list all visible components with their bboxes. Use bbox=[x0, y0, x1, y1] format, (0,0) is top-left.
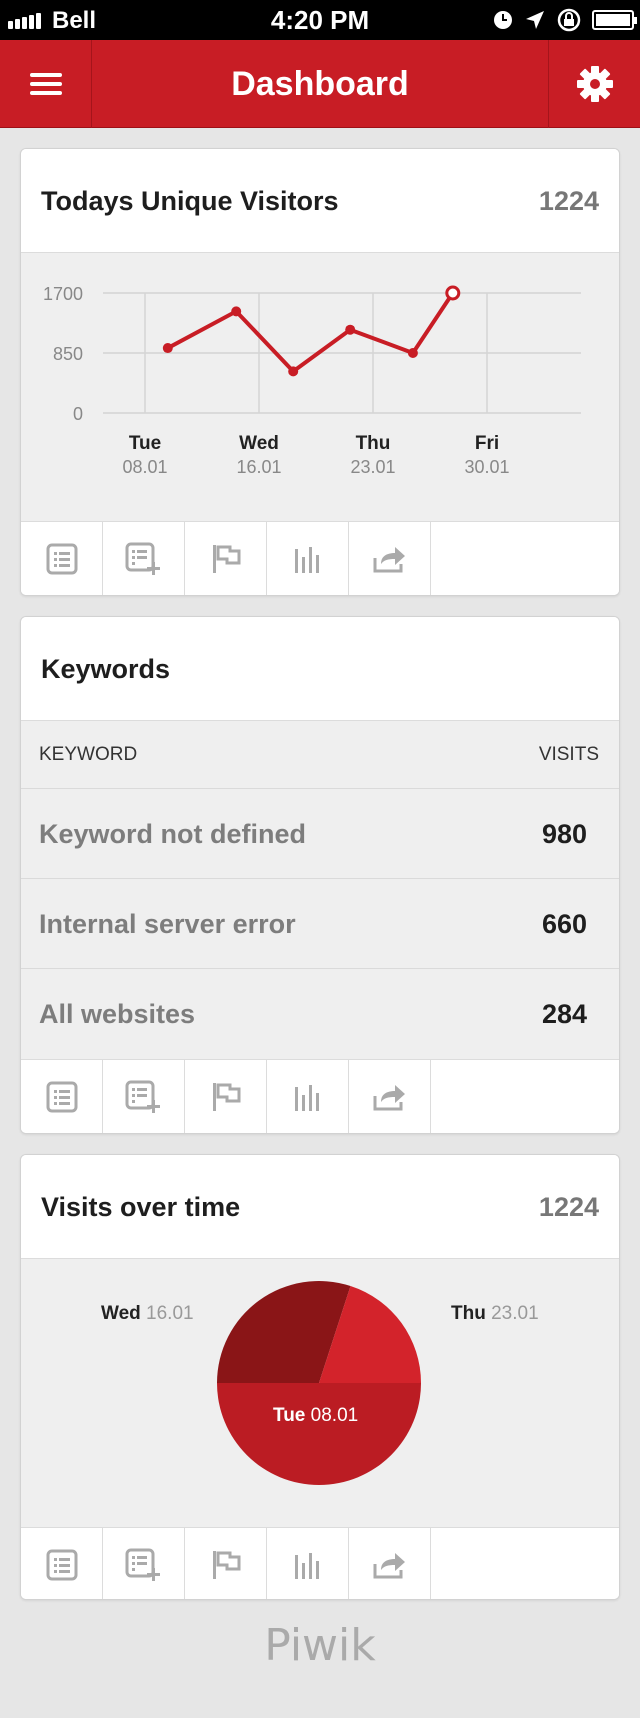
keyword-cell: All websites bbox=[39, 999, 196, 1029]
card-toolbar bbox=[21, 1059, 619, 1133]
add-table-icon bbox=[125, 1080, 160, 1113]
y-tick-label: 850 bbox=[53, 344, 83, 364]
table-row[interactable]: Keyword not defined 980 bbox=[21, 789, 619, 879]
share-button[interactable] bbox=[349, 522, 431, 595]
add-table-icon bbox=[125, 1548, 160, 1581]
x-tick-day: Fri bbox=[475, 433, 499, 454]
data-point bbox=[231, 306, 242, 317]
nav-bar: Dashboard bbox=[0, 40, 640, 128]
table-icon bbox=[46, 1081, 77, 1112]
pie-label-thu: Thu 23.01 bbox=[451, 1303, 539, 1324]
card-toolbar bbox=[21, 521, 619, 595]
add-to-dashboard-button[interactable] bbox=[103, 1528, 185, 1599]
hamburger-icon bbox=[29, 73, 62, 95]
visits-card: Visits over time 1224 Wed 16.01 Thu 23.0… bbox=[20, 1154, 620, 1600]
keyword-cell: Keyword not defined bbox=[39, 819, 307, 849]
flag-icon bbox=[212, 1082, 240, 1111]
card-header: Visits over time 1224 bbox=[21, 1155, 619, 1259]
pie-label-wed: Wed 16.01 bbox=[101, 1303, 194, 1324]
settings-button[interactable] bbox=[548, 40, 640, 128]
line-chart[interactable]: 1700 850 0 Tue 08.01 Wed 16.01 Thu 23.01 Fri 30.01 bbox=[21, 253, 620, 521]
bar-chart-icon bbox=[294, 1084, 319, 1111]
pie-chart[interactable] bbox=[21, 1259, 620, 1527]
card-title: Visits over time bbox=[41, 1192, 241, 1222]
battery-icon bbox=[592, 10, 637, 30]
data-point bbox=[345, 324, 356, 335]
table-icon bbox=[46, 543, 77, 574]
data-point bbox=[162, 343, 173, 354]
visits-cell: 284 bbox=[541, 999, 587, 1029]
keywords-card: Keywords KEYWORD VISITS Keyword not defi… bbox=[20, 616, 620, 1134]
flag-icon bbox=[212, 1550, 240, 1579]
x-tick-date: 08.01 bbox=[122, 457, 167, 477]
alarm-icon bbox=[494, 11, 512, 29]
table-view-button[interactable] bbox=[21, 1060, 103, 1133]
card-header: Keywords bbox=[21, 617, 619, 721]
keywords-table: KEYWORD VISITS Keyword not defined 980 I… bbox=[21, 721, 619, 1059]
x-tick-date: 23.01 bbox=[350, 457, 395, 477]
x-tick-day: Thu bbox=[356, 433, 391, 454]
y-tick-label: 0 bbox=[73, 404, 83, 424]
card-value: 1224 bbox=[538, 186, 599, 216]
series-line bbox=[166, 291, 455, 374]
location-icon bbox=[526, 11, 544, 29]
table-view-button[interactable] bbox=[21, 1528, 103, 1599]
card-toolbar bbox=[21, 1527, 619, 1599]
flag-icon bbox=[212, 544, 240, 573]
bar-chart-icon bbox=[294, 1552, 319, 1579]
visits-cell: 980 bbox=[541, 819, 587, 849]
evolution-button[interactable] bbox=[267, 1060, 349, 1133]
pie-area: Wed 16.01 Thu 23.01 Tue 08.01 bbox=[21, 1259, 619, 1527]
goals-button[interactable] bbox=[185, 1528, 267, 1599]
column-header-keyword[interactable]: KEYWORD bbox=[39, 721, 137, 789]
add-to-dashboard-button[interactable] bbox=[103, 1060, 185, 1133]
table-icon bbox=[46, 1549, 77, 1580]
column-header-visits[interactable]: VISITS bbox=[539, 721, 599, 789]
data-point bbox=[288, 366, 299, 377]
x-tick-day: Tue bbox=[129, 433, 161, 454]
card-title: Todays Unique Visitors bbox=[41, 186, 339, 216]
data-point bbox=[407, 348, 418, 358]
goals-button[interactable] bbox=[185, 522, 267, 595]
table-header: KEYWORD VISITS bbox=[21, 721, 619, 789]
share-button[interactable] bbox=[349, 1528, 431, 1599]
rotation-lock-icon bbox=[557, 8, 581, 32]
evolution-button[interactable] bbox=[267, 522, 349, 595]
menu-button[interactable] bbox=[0, 40, 92, 128]
visitors-card: Todays Unique Visitors 1224 1700 850 0 Tue 0… bbox=[20, 148, 620, 596]
share-icon bbox=[373, 1552, 405, 1578]
x-tick-date: 16.01 bbox=[236, 457, 281, 477]
table-row[interactable]: Internal server error 660 bbox=[21, 879, 619, 969]
x-tick-date: 30.01 bbox=[464, 457, 509, 477]
y-tick-label: 1700 bbox=[43, 284, 83, 304]
table-row[interactable]: All websites 284 bbox=[21, 969, 619, 1059]
add-table-icon bbox=[125, 542, 160, 575]
add-to-dashboard-button[interactable] bbox=[103, 522, 185, 595]
x-tick-day: Wed bbox=[239, 433, 279, 454]
card-title: Keywords bbox=[41, 654, 171, 684]
goals-button[interactable] bbox=[185, 1060, 267, 1133]
data-point bbox=[445, 285, 461, 301]
share-button[interactable] bbox=[349, 1060, 431, 1133]
card-header: Todays Unique Visitors 1224 bbox=[21, 149, 619, 253]
evolution-button[interactable] bbox=[267, 1528, 349, 1599]
bar-chart-icon bbox=[294, 546, 319, 573]
brand-logo: Piwik bbox=[264, 1620, 376, 1671]
pie-slice-tue bbox=[217, 1383, 421, 1485]
keyword-cell: Internal server error bbox=[39, 909, 296, 939]
share-icon bbox=[373, 1084, 405, 1110]
visits-cell: 660 bbox=[541, 909, 587, 939]
table-view-button[interactable] bbox=[21, 522, 103, 595]
card-value: 1224 bbox=[538, 1192, 599, 1222]
pie-label-tue: Tue 08.01 bbox=[273, 1405, 359, 1426]
chart-area: 1700 850 0 Tue 08.01 Wed 16.01 Thu 23.01 Fri 30.01 bbox=[21, 253, 619, 521]
status-bar: Bell 4:20 PM bbox=[0, 0, 640, 40]
page-title: Dashboard bbox=[231, 65, 409, 103]
gear-icon bbox=[576, 66, 613, 102]
share-icon bbox=[373, 546, 405, 572]
